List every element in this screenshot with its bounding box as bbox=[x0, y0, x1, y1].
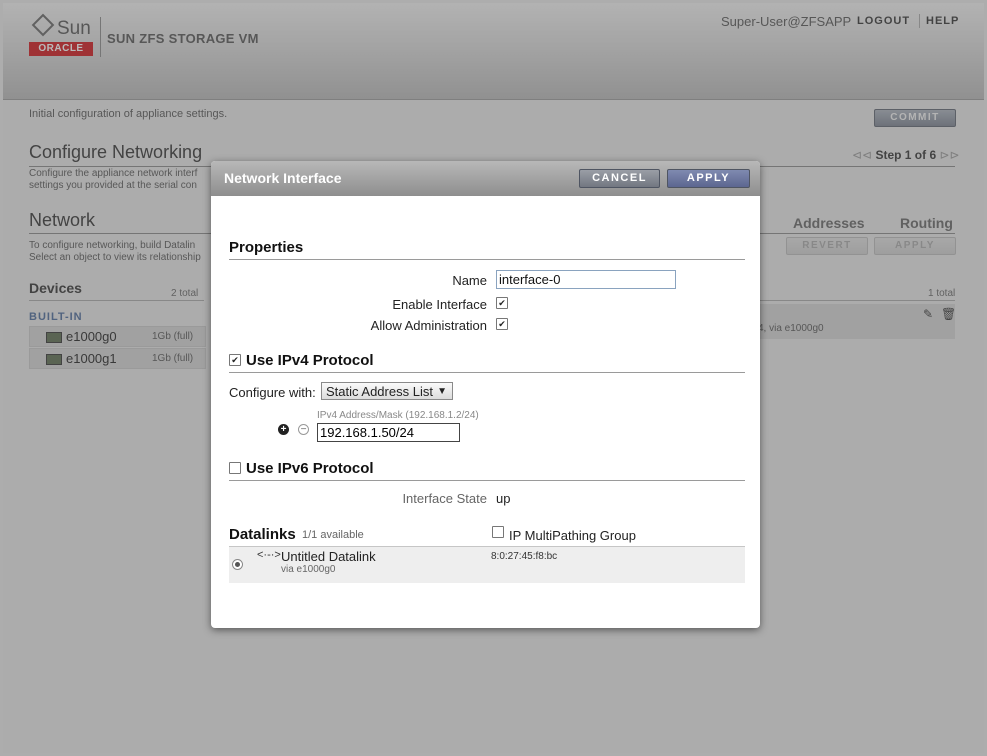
datalink-radio[interactable] bbox=[232, 559, 243, 570]
ipv4-address-input[interactable] bbox=[317, 423, 460, 442]
ipv4-heading: Use IPv4 Protocol bbox=[246, 352, 374, 369]
ipmp-checkbox[interactable] bbox=[492, 526, 504, 538]
ipv4-divider bbox=[229, 372, 745, 373]
dialog-header: Network Interface CANCEL APPLY bbox=[211, 161, 760, 196]
interface-state-label: Interface State bbox=[402, 491, 487, 506]
ipv4-checkbox[interactable]: ✔ bbox=[229, 354, 241, 366]
enable-interface-label: Enable Interface bbox=[392, 297, 487, 312]
datalink-icon: <·-·> bbox=[257, 549, 281, 561]
configure-with-value: Static Address List bbox=[326, 384, 433, 399]
ipv4-address-hint: IPv4 Address/Mask (192.168.1.2/24) bbox=[317, 410, 479, 421]
dialog-apply-button[interactable]: APPLY bbox=[667, 169, 750, 188]
cancel-button[interactable]: CANCEL bbox=[579, 169, 660, 188]
properties-heading: Properties bbox=[229, 239, 304, 256]
properties-divider bbox=[229, 259, 745, 260]
allow-administration-label: Allow Administration bbox=[370, 318, 487, 333]
datalink-mac: 8:0:27:45:f8:bc bbox=[491, 551, 558, 562]
ipv6-heading: Use IPv6 Protocol bbox=[246, 460, 374, 477]
datalink-via: via e1000g0 bbox=[281, 564, 336, 575]
ipv6-divider bbox=[229, 480, 745, 481]
ipmp-label: IP MultiPathing Group bbox=[509, 528, 636, 543]
name-input[interactable] bbox=[496, 270, 676, 289]
network-interface-dialog: Network Interface CANCEL APPLY Propertie… bbox=[211, 161, 760, 628]
add-address-icon[interactable]: + bbox=[278, 424, 289, 435]
interface-state-value: up bbox=[496, 491, 511, 506]
remove-address-icon[interactable]: − bbox=[298, 424, 309, 435]
datalink-name: Untitled Datalink bbox=[281, 549, 376, 564]
allow-administration-checkbox[interactable]: ✔ bbox=[496, 318, 508, 330]
datalinks-heading: Datalinks bbox=[229, 526, 296, 543]
configure-with-label: Configure with: bbox=[229, 385, 316, 400]
chevron-down-icon: ▼ bbox=[437, 386, 447, 397]
configure-with-select[interactable]: Static Address List ▼ bbox=[321, 382, 453, 400]
datalinks-available: 1/1 available bbox=[302, 529, 364, 541]
ipv6-checkbox[interactable] bbox=[229, 462, 241, 474]
dialog-title: Network Interface bbox=[224, 170, 342, 186]
datalink-row[interactable]: <·-·> Untitled Datalink via e1000g0 8:0:… bbox=[229, 546, 745, 583]
enable-interface-checkbox[interactable]: ✔ bbox=[496, 297, 508, 309]
name-label: Name bbox=[452, 273, 487, 288]
